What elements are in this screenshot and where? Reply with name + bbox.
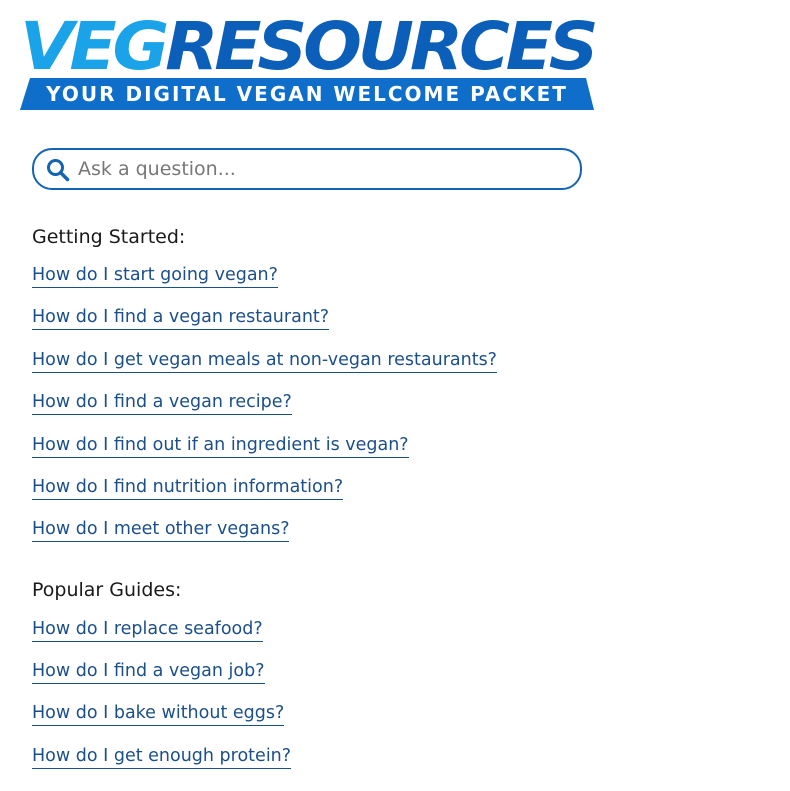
link-enough-protein[interactable]: How do I get enough protein? — [32, 745, 292, 769]
link-find-vegan-restaurant[interactable]: How do I find a vegan restaurant? — [32, 306, 330, 330]
site-logo[interactable]: VEGRESOURCES YOUR DIGITAL VEGAN WELCOME … — [20, 8, 599, 110]
search-box[interactable] — [32, 148, 582, 190]
link-bake-without-eggs[interactable]: How do I bake without eggs? — [32, 702, 285, 726]
link-find-vegan-recipe[interactable]: How do I find a vegan recipe? — [32, 391, 292, 415]
link-nutrition-information[interactable]: How do I find nutrition information? — [32, 476, 344, 500]
logo-wordmark: VEGRESOURCES — [20, 8, 599, 85]
getting-started-heading: Getting Started: — [32, 226, 186, 248]
link-meet-other-vegans[interactable]: How do I meet other vegans? — [32, 518, 290, 542]
link-vegan-meals-non-vegan-restaurants[interactable]: How do I get vegan meals at non-vegan re… — [32, 349, 497, 373]
link-ingredient-is-vegan[interactable]: How do I find out if an ingredient is ve… — [32, 434, 409, 458]
search-input[interactable] — [78, 150, 568, 188]
link-replace-seafood[interactable]: How do I replace seafood? — [32, 618, 263, 642]
link-start-going-vegan[interactable]: How do I start going vegan? — [32, 264, 278, 288]
logo-veg-text: VEG — [20, 8, 169, 85]
logo-tagline: YOUR DIGITAL VEGAN WELCOME PACKET — [46, 82, 568, 106]
logo-resources-text: RESOURCES — [165, 8, 598, 85]
logo-tagline-banner: YOUR DIGITAL VEGAN WELCOME PACKET — [20, 78, 594, 110]
link-find-vegan-job[interactable]: How do I find a vegan job? — [32, 660, 265, 684]
search-icon[interactable] — [46, 158, 70, 182]
popular-guides-heading: Popular Guides: — [32, 579, 182, 601]
